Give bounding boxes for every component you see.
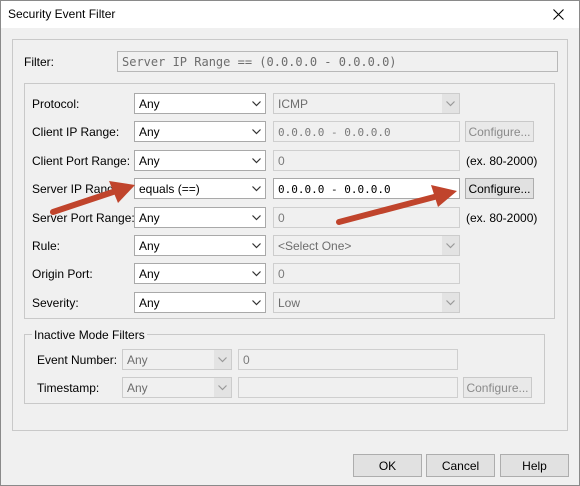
ok-button[interactable]: OK: [353, 454, 422, 477]
close-icon: [552, 9, 564, 20]
origin-port-operator-select[interactable]: Any: [134, 263, 266, 284]
chevron-down-icon: [248, 293, 265, 312]
server-port-hint: (ex. 80-2000): [466, 211, 538, 225]
rule-operator-value: Any: [139, 239, 160, 253]
client-ip-operator-select[interactable]: Any: [134, 121, 266, 142]
filter-panel: Filter: Server IP Range == (0.0.0.0 - 0.…: [12, 39, 568, 431]
filter-expression: Server IP Range == (0.0.0.0 - 0.0.0.0): [117, 51, 558, 72]
rule-value-select[interactable]: <Select One>: [273, 235, 460, 256]
timestamp-label: Timestamp:: [37, 381, 100, 395]
chevron-down-icon: [214, 350, 231, 369]
server-ip-range-field[interactable]: 0.0.0.0 - 0.0.0.0: [273, 178, 460, 199]
chevron-down-icon: [248, 151, 265, 170]
server-port-range-field[interactable]: 0: [273, 207, 460, 228]
chevron-down-icon: [214, 378, 231, 397]
server-port-range-label: Server Port Range:: [32, 211, 135, 225]
filter-label: Filter:: [24, 55, 54, 69]
window-title: Security Event Filter: [8, 7, 116, 21]
client-port-hint: (ex. 80-2000): [466, 154, 538, 168]
client-port-operator-value: Any: [139, 154, 160, 168]
event-number-operator-value: Any: [127, 353, 148, 367]
cancel-button[interactable]: Cancel: [426, 454, 495, 477]
origin-port-operator-value: Any: [139, 267, 160, 281]
chevron-down-icon: [248, 122, 265, 141]
server-ip-operator-select[interactable]: equals (==): [134, 178, 266, 199]
help-button[interactable]: Help: [500, 454, 569, 477]
rule-operator-select[interactable]: Any: [134, 235, 266, 256]
client-ip-range-field[interactable]: 0.0.0.0 - 0.0.0.0: [273, 121, 460, 142]
chevron-down-icon: [248, 264, 265, 283]
chevron-down-icon: [248, 208, 265, 227]
chevron-down-icon: [248, 179, 265, 198]
event-number-operator-select[interactable]: Any: [122, 349, 232, 370]
security-event-filter-dialog: Security Event Filter Filter: Server IP …: [0, 0, 580, 486]
server-ip-range-label: Server IP Range:: [32, 182, 124, 196]
timestamp-configure-button[interactable]: Configure...: [463, 377, 532, 398]
title-bar: Security Event Filter: [1, 1, 579, 28]
chevron-down-icon: [442, 293, 459, 312]
severity-operator-select[interactable]: Any: [134, 292, 266, 313]
severity-operator-value: Any: [139, 296, 160, 310]
protocol-value: ICMP: [278, 97, 308, 111]
rule-label: Rule:: [32, 239, 61, 253]
close-button[interactable]: [537, 1, 579, 28]
client-port-range-field[interactable]: 0: [273, 150, 460, 171]
event-number-label: Event Number:: [37, 353, 118, 367]
client-ip-configure-button[interactable]: Configure...: [465, 121, 534, 142]
server-ip-operator-value: equals (==): [139, 182, 200, 196]
severity-label: Severity:: [32, 296, 79, 310]
chevron-down-icon: [248, 236, 265, 255]
severity-value-select[interactable]: Low: [273, 292, 460, 313]
timestamp-operator-select[interactable]: Any: [122, 377, 232, 398]
chevron-down-icon: [248, 94, 265, 113]
origin-port-label: Origin Port:: [32, 267, 93, 281]
chevron-down-icon: [442, 236, 459, 255]
client-ip-operator-value: Any: [139, 125, 160, 139]
origin-port-field[interactable]: 0: [273, 263, 460, 284]
server-ip-configure-button[interactable]: Configure...: [465, 178, 534, 199]
client-ip-range-label: Client IP Range:: [32, 125, 120, 139]
timestamp-operator-value: Any: [127, 381, 148, 395]
inactive-filters-title: Inactive Mode Filters: [32, 328, 147, 342]
severity-value: Low: [278, 296, 301, 310]
rule-value: <Select One>: [278, 239, 352, 253]
timestamp-field[interactable]: [238, 377, 458, 398]
client-port-range-label: Client Port Range:: [32, 154, 131, 168]
event-number-field[interactable]: 0: [238, 349, 458, 370]
protocol-label: Protocol:: [32, 97, 80, 111]
client-port-operator-select[interactable]: Any: [134, 150, 266, 171]
chevron-down-icon: [442, 94, 459, 113]
protocol-operator-select[interactable]: Any: [134, 93, 266, 114]
protocol-value-select[interactable]: ICMP: [273, 93, 460, 114]
protocol-operator-value: Any: [139, 97, 160, 111]
server-port-operator-select[interactable]: Any: [134, 207, 266, 228]
server-port-operator-value: Any: [139, 211, 160, 225]
